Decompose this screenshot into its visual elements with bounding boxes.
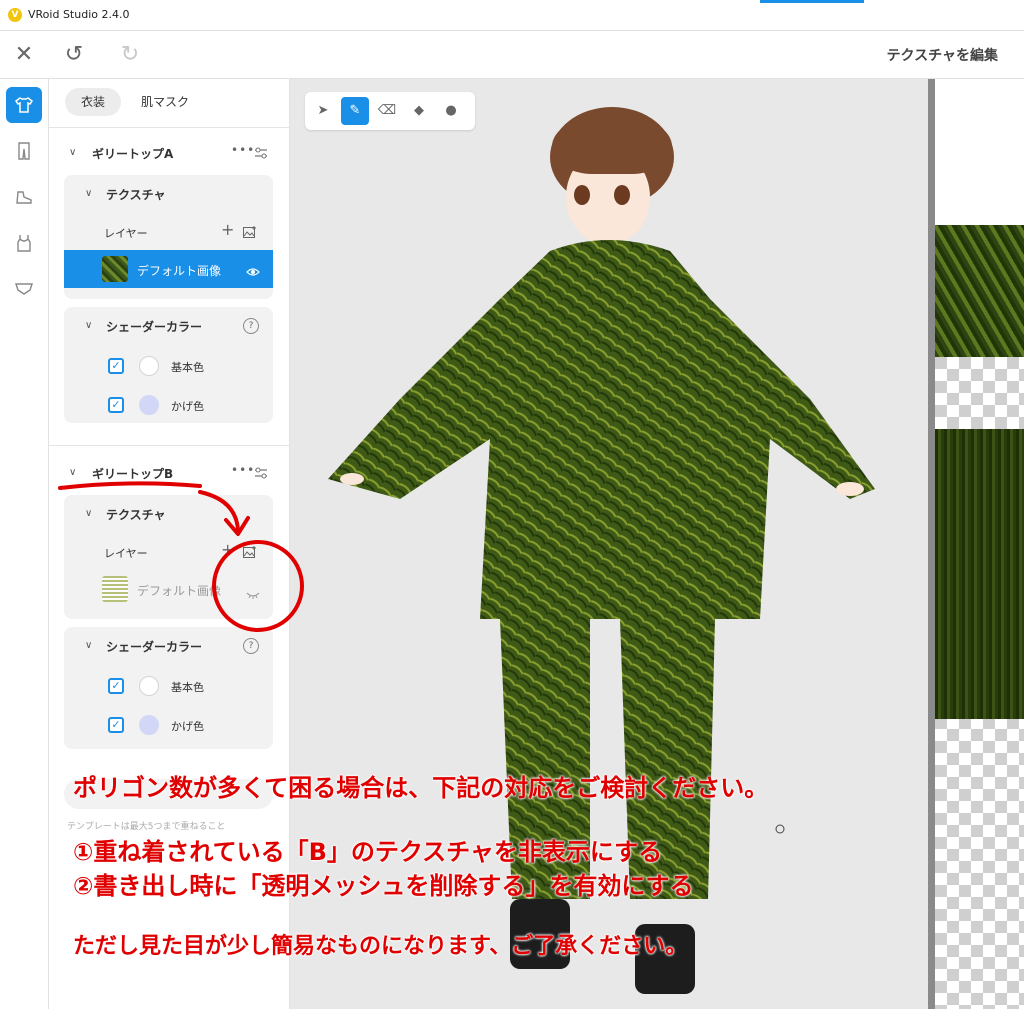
annotation-line-4: ただし見た目が少し簡易なものになります、ご了承ください。 (73, 934, 688, 959)
annotation-line-2: ①重ね着されている「B」のテクスチャを非表示にする (73, 838, 663, 866)
annotation-line-3: ②書き出し時に「透明メッシュを削除する」を有効にする (73, 872, 694, 900)
annotation-line-1: ポリゴン数が多くて困る場合は、下記の対応をご検討ください。 (73, 774, 769, 802)
